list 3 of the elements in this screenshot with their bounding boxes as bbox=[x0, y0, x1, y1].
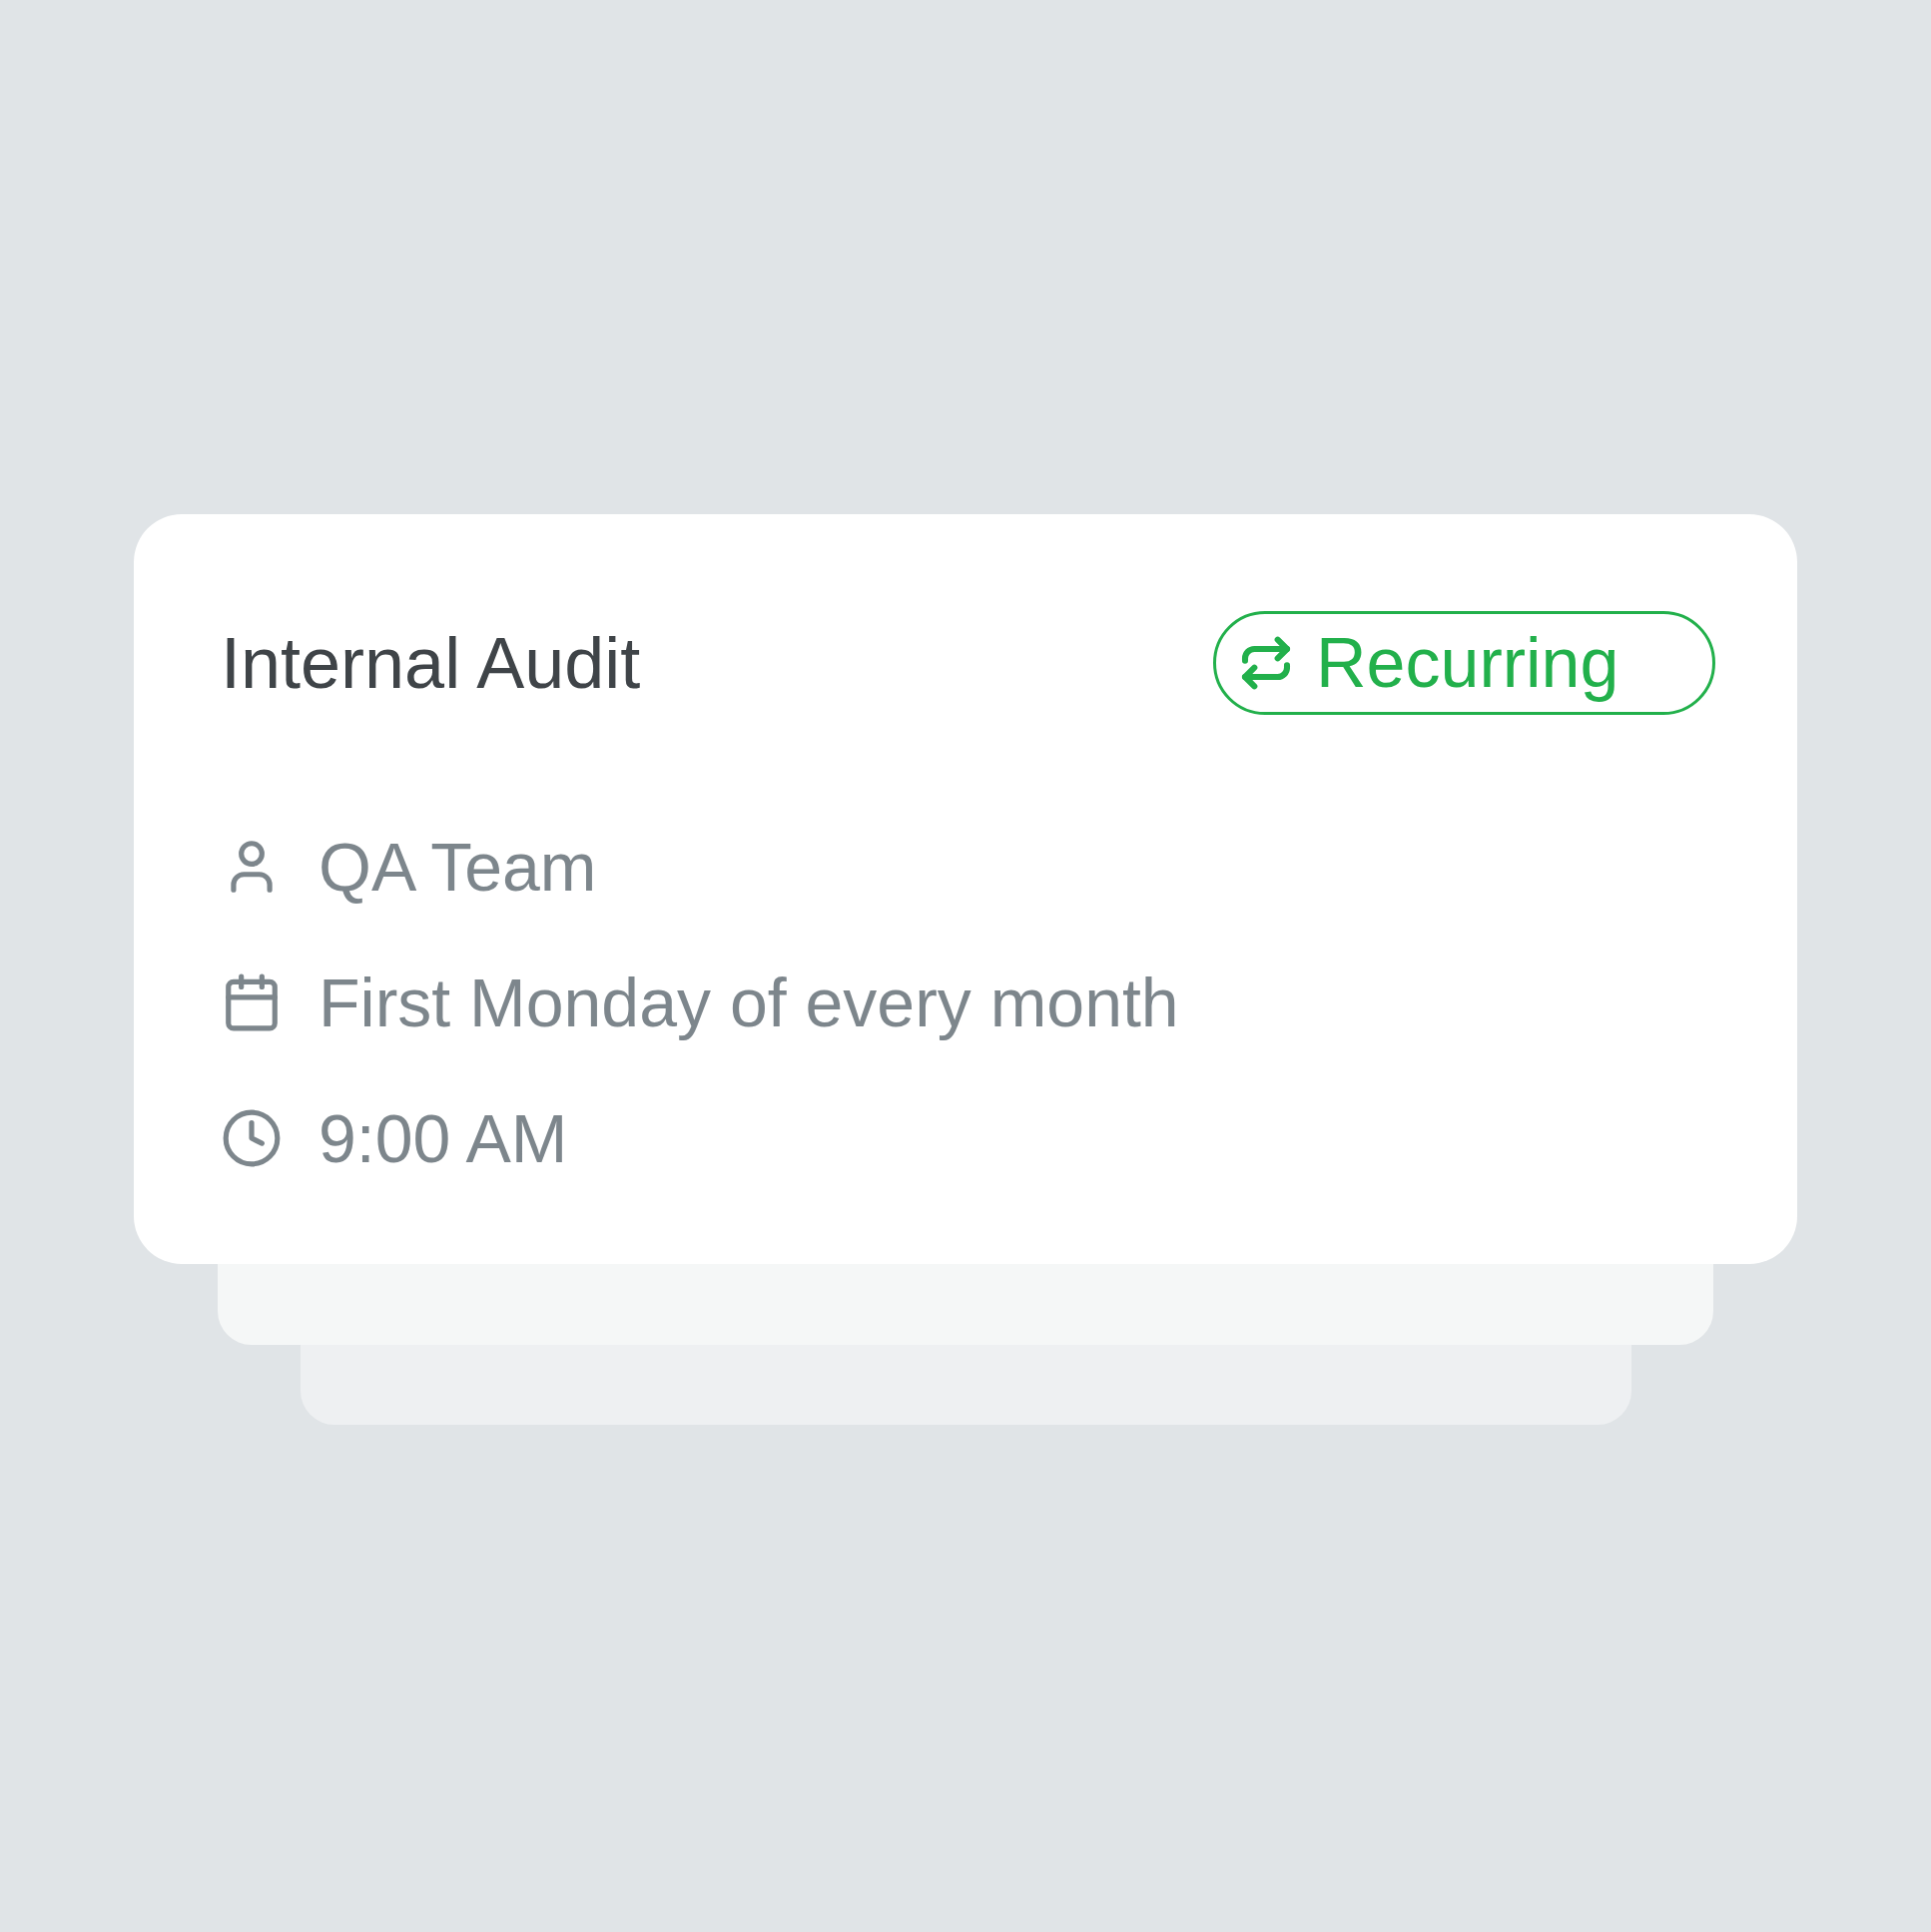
detail-text: 9:00 AM bbox=[319, 1104, 568, 1172]
event-title: Internal Audit bbox=[221, 627, 641, 699]
clock-icon bbox=[221, 1107, 283, 1169]
